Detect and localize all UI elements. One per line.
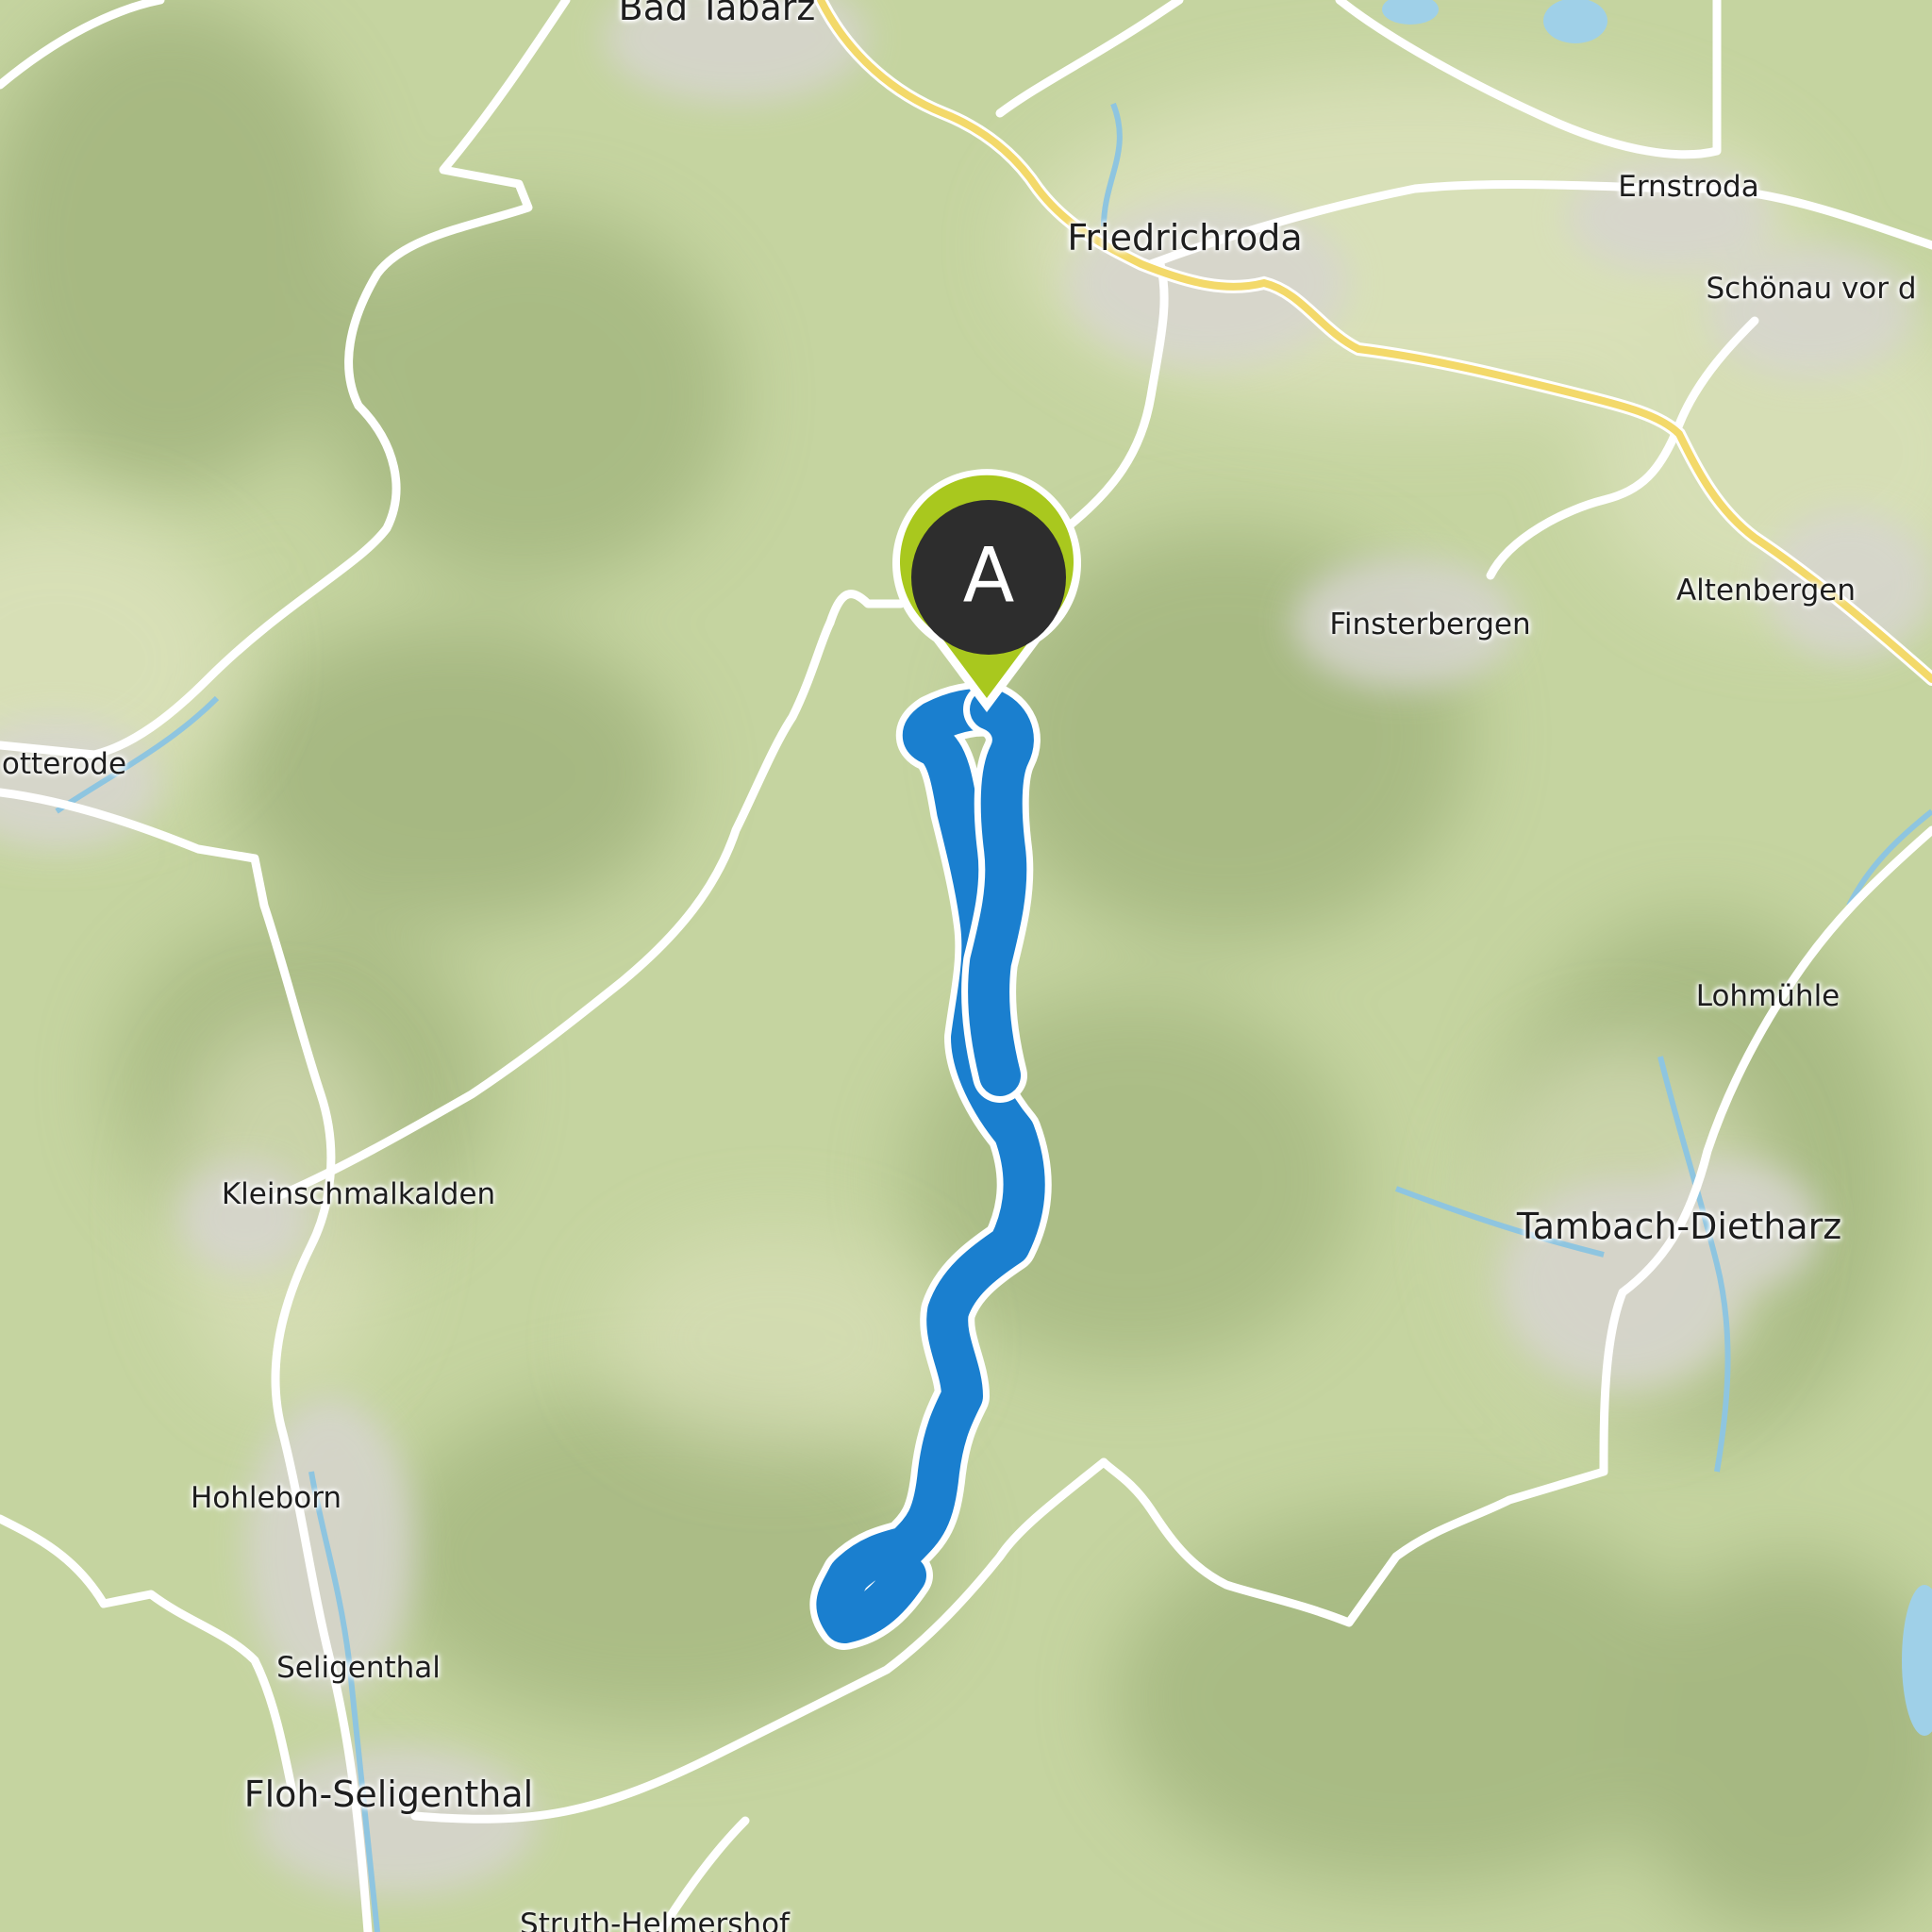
place-label-tambach-dietharz: Tambach-Dietharz	[1516, 1206, 1842, 1247]
place-label-struth-helmershof: Struth-Helmershof	[520, 1907, 790, 1932]
map-canvas[interactable]: A Bad Tabarz Friedrichroda Ernstroda Sch…	[0, 0, 1932, 1932]
place-label-floh-seligenthal: Floh-Seligenthal	[243, 1774, 534, 1815]
place-label-seligenthal: Seligenthal	[276, 1651, 441, 1685]
place-label-altenbergen: Altenbergen	[1675, 574, 1857, 608]
place-label-bad-tabarz: Bad Tabarz	[618, 0, 816, 28]
place-label-hohleborn: Hohleborn	[190, 1481, 342, 1515]
place-label-kleinschmalkalden: Kleinschmalkalden	[221, 1177, 496, 1211]
map-terrain	[0, 0, 1932, 1932]
place-label-ernstroda: Ernstroda	[1618, 170, 1759, 204]
place-label-schoenau: Schönau vor d	[1706, 272, 1917, 306]
place-label-finsterbergen: Finsterbergen	[1329, 608, 1531, 641]
place-label-friedrichroda: Friedrichroda	[1067, 217, 1303, 258]
place-label-otterode: otterode	[1, 747, 127, 781]
place-label-lohmuehle: Lohmühle	[1695, 979, 1840, 1013]
start-marker-label: A	[962, 531, 1015, 620]
